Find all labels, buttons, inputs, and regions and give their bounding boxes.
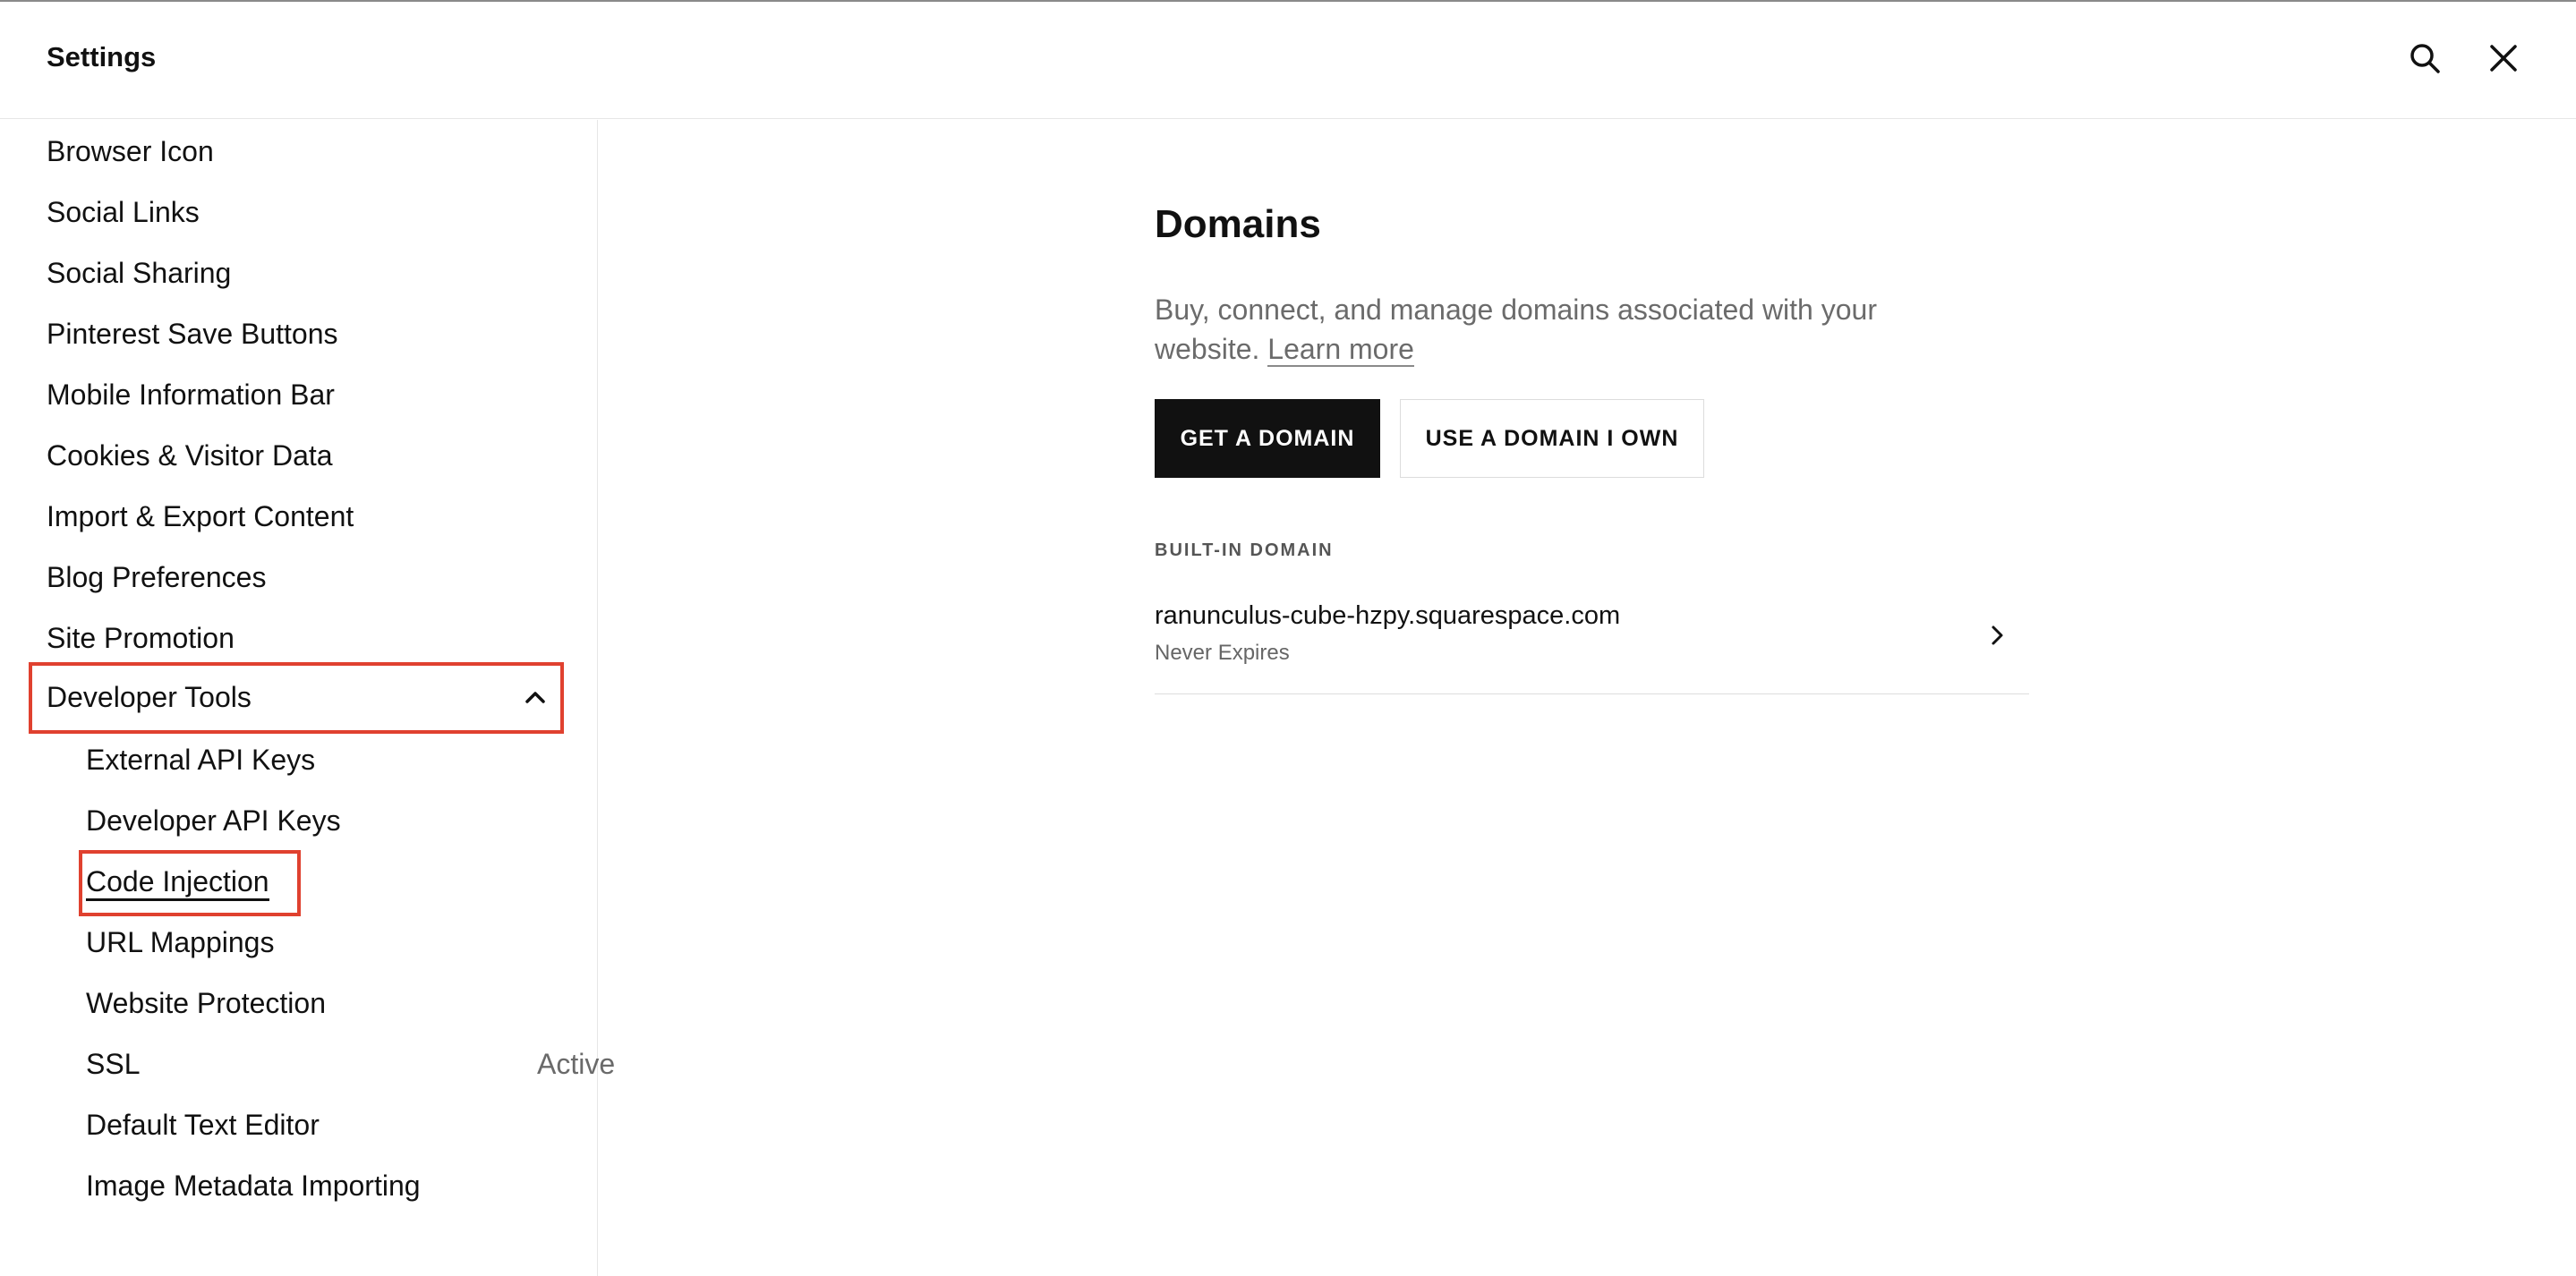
page-title: Settings — [47, 41, 157, 72]
sidebar-item-default-text-editor[interactable]: Default Text Editor — [86, 1102, 320, 1147]
built-in-domain-row[interactable]: ranunculus-cube-hzpy.squarespace.com Nev… — [1155, 601, 2029, 694]
search-button[interactable] — [2404, 39, 2445, 81]
sidebar-item-ssl[interactable]: SSL Active — [86, 1042, 615, 1086]
panel-title: Domains — [1155, 202, 1321, 246]
learn-more-link[interactable]: Learn more — [1267, 333, 1414, 367]
chevron-right-icon — [1984, 623, 2009, 648]
sidebar-item-label: Developer Tools — [47, 680, 252, 713]
sidebar-item-label: Code Injection — [86, 865, 269, 901]
search-icon — [2407, 40, 2443, 81]
sidebar-item-mobile-information-bar[interactable]: Mobile Information Bar — [47, 372, 335, 417]
description-text: Buy, connect, and manage domains associa… — [1155, 293, 1877, 365]
sidebar-item-pinterest-save-buttons[interactable]: Pinterest Save Buttons — [47, 311, 338, 356]
sidebar-item-import-export-content[interactable]: Import & Export Content — [47, 494, 354, 539]
sidebar-item-blog-preferences[interactable]: Blog Preferences — [47, 555, 266, 600]
close-icon — [2487, 42, 2520, 79]
sidebar-item-cookies-visitor-data[interactable]: Cookies & Visitor Data — [47, 433, 333, 478]
sidebar-item-social-links[interactable]: Social Links — [47, 190, 200, 234]
close-button[interactable] — [2483, 39, 2524, 81]
use-a-domain-i-own-button[interactable]: USE A DOMAIN I OWN — [1400, 399, 1704, 478]
sidebar-item-external-api-keys[interactable]: External API Keys — [86, 737, 315, 782]
sidebar-item-browser-icon[interactable]: Browser Icon — [47, 129, 214, 174]
sidebar-item-site-promotion[interactable]: Site Promotion — [47, 616, 235, 660]
settings-header: Settings — [0, 2, 2576, 119]
sidebar-item-developer-tools[interactable]: Developer Tools — [47, 675, 548, 719]
sidebar-item-developer-api-keys[interactable]: Developer API Keys — [86, 798, 341, 843]
chevron-up-icon — [523, 685, 548, 710]
settings-sidebar: Browser Icon Social Links Social Sharing… — [0, 120, 615, 1276]
get-a-domain-button[interactable]: GET A DOMAIN — [1155, 399, 1380, 478]
domains-panel: Domains Buy, connect, and manage domains… — [599, 120, 2576, 1276]
sidebar-item-image-metadata-importing[interactable]: Image Metadata Importing — [86, 1163, 421, 1208]
sidebar-item-code-injection[interactable]: Code Injection — [86, 859, 269, 904]
sidebar-item-social-sharing[interactable]: Social Sharing — [47, 251, 231, 295]
sidebar-item-label: SSL — [86, 1048, 141, 1080]
domain-expiry: Never Expires — [1155, 641, 1290, 665]
domain-name: ranunculus-cube-hzpy.squarespace.com — [1155, 601, 1621, 630]
sidebar-item-website-protection[interactable]: Website Protection — [86, 981, 326, 1025]
built-in-domain-label: BUILT-IN DOMAIN — [1155, 540, 1334, 560]
sidebar-item-url-mappings[interactable]: URL Mappings — [86, 920, 274, 965]
panel-description: Buy, connect, and manage domains associa… — [1155, 290, 1960, 369]
